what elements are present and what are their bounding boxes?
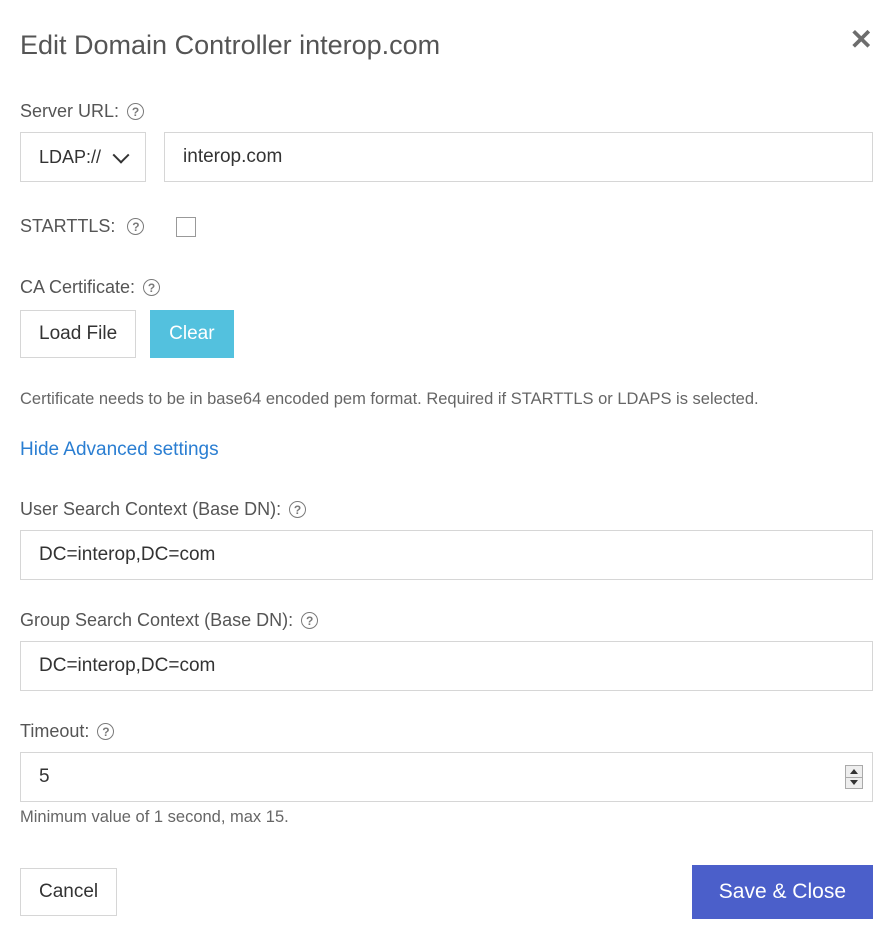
help-icon[interactable]: ? [143, 279, 160, 296]
user-search-label: User Search Context (Base DN): [20, 499, 281, 520]
starttls-checkbox[interactable] [176, 217, 196, 237]
chevron-down-icon [115, 152, 131, 162]
timeout-note: Minimum value of 1 second, max 15. [20, 808, 873, 827]
ca-cert-label: CA Certificate: [20, 277, 135, 298]
arrow-down-icon [850, 780, 858, 785]
dialog-title: Edit Domain Controller interop.com [20, 30, 440, 61]
help-icon[interactable]: ? [97, 723, 114, 740]
starttls-label: STARTTLS: [20, 216, 115, 237]
step-up-button[interactable] [846, 766, 862, 778]
ca-cert-note: Certificate needs to be in base64 encode… [20, 390, 873, 409]
number-stepper[interactable] [845, 765, 863, 789]
save-close-button[interactable]: Save & Close [692, 865, 873, 919]
load-file-button[interactable]: Load File [20, 310, 136, 358]
arrow-up-icon [850, 769, 858, 774]
scheme-select[interactable]: LDAP:// [20, 132, 146, 182]
user-search-input[interactable] [20, 530, 873, 580]
server-url-label: Server URL: [20, 101, 119, 122]
help-icon[interactable]: ? [127, 218, 144, 235]
timeout-input[interactable] [20, 752, 873, 802]
help-icon[interactable]: ? [289, 501, 306, 518]
scheme-selected-value: LDAP:// [39, 147, 101, 168]
server-host-input[interactable] [164, 132, 873, 182]
cancel-button[interactable]: Cancel [20, 868, 117, 916]
clear-button[interactable]: Clear [150, 310, 233, 358]
advanced-toggle-link[interactable]: Hide Advanced settings [20, 439, 219, 461]
timeout-label: Timeout: [20, 721, 89, 742]
help-icon[interactable]: ? [301, 612, 318, 629]
close-icon[interactable]: ✕ [850, 26, 873, 54]
group-search-label: Group Search Context (Base DN): [20, 610, 293, 631]
step-down-button[interactable] [846, 778, 862, 789]
help-icon[interactable]: ? [127, 103, 144, 120]
group-search-input[interactable] [20, 641, 873, 691]
